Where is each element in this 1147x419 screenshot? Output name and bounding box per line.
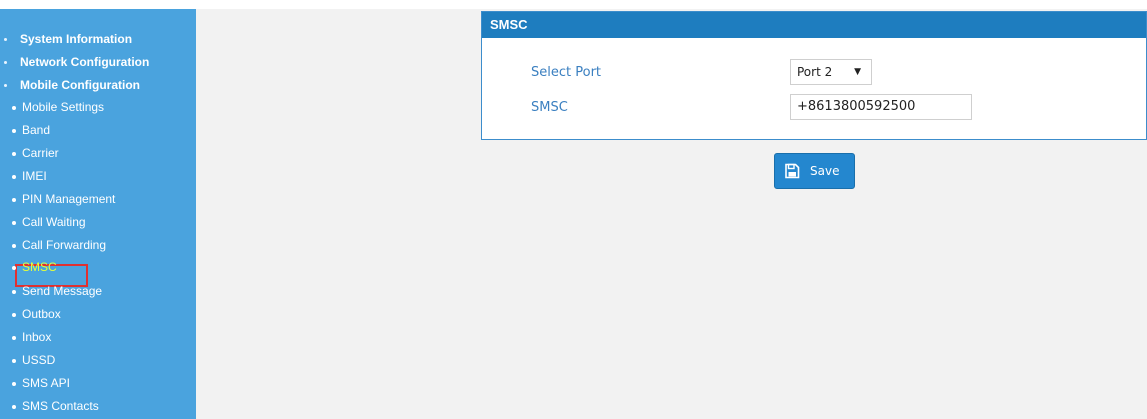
select-port-label: Select Port	[531, 65, 602, 80]
sidebar-item-sms-api[interactable]: SMS API	[12, 373, 71, 393]
bullet-icon	[12, 106, 16, 110]
sidebar-item-smsc[interactable]: SMSC	[12, 257, 57, 277]
floppy-disk-icon	[784, 163, 800, 182]
sidebar-item-label: SMSC	[22, 260, 57, 274]
smsc-label: SMSC	[531, 100, 568, 115]
sidebar-item-label: Network Configuration	[20, 55, 150, 69]
sidebar-item-call-waiting[interactable]: Call Waiting	[12, 212, 86, 232]
sidebar-item-ussd[interactable]: USSD	[12, 350, 56, 370]
sidebar-item-label: Call Waiting	[22, 215, 86, 229]
sidebar-item-label: Outbox	[22, 307, 61, 321]
sidebar-item-sms-contacts[interactable]: SMS Contacts	[12, 396, 99, 416]
bullet-icon	[12, 382, 16, 386]
sidebar-item-call-forwarding[interactable]: Call Forwarding	[12, 235, 107, 255]
save-button[interactable]: Save	[774, 153, 855, 189]
sidebar-item-label: Mobile Configuration	[20, 78, 140, 92]
sidebar-item-label: SMS Contacts	[22, 399, 99, 413]
sidebar-item-pin-management[interactable]: PIN Management	[12, 189, 116, 209]
smsc-panel: SMSC Select Port Port 2 ▼ SMSC +86138005…	[481, 11, 1147, 140]
smsc-input[interactable]: +8613800592500	[790, 94, 972, 120]
sidebar-item-label: Mobile Settings	[22, 100, 105, 114]
select-port-value: Port 2	[797, 65, 833, 79]
sidebar-item-mobile-configuration[interactable]: Mobile Configuration	[4, 75, 140, 95]
bullet-icon	[4, 61, 7, 64]
sidebar-item-imei[interactable]: IMEI	[12, 166, 47, 186]
sidebar-item-label: System Information	[20, 32, 133, 46]
sidebar-item-outbox[interactable]: Outbox	[12, 304, 61, 324]
sidebar-item-label: Inbox	[22, 330, 52, 344]
sidebar-item-label: USSD	[22, 353, 56, 367]
bullet-icon	[12, 313, 16, 317]
bullet-icon	[12, 198, 16, 202]
sidebar-item-inbox[interactable]: Inbox	[12, 327, 52, 347]
bullet-icon	[12, 221, 16, 225]
sidebar-item-label: SMS API	[22, 376, 71, 390]
sidebar-item-mobile-settings[interactable]: Mobile Settings	[12, 97, 105, 117]
caret-down-icon: ▼	[854, 67, 861, 77]
sidebar-item-label: Call Forwarding	[22, 238, 107, 252]
select-port-dropdown[interactable]: Port 2 ▼	[790, 59, 872, 85]
sidebar-item-carrier[interactable]: Carrier	[12, 143, 59, 163]
sidebar-item-label: Send Message	[22, 284, 103, 298]
sidebar-item-band[interactable]: Band	[12, 120, 51, 140]
sidebar-item-send-message[interactable]: Send Message	[12, 281, 103, 301]
sidebar: System Information Network Configuration…	[0, 9, 196, 419]
sidebar-item-system-information[interactable]: System Information	[4, 29, 133, 49]
sidebar-item-label: Carrier	[22, 146, 59, 160]
sidebar-item-label: PIN Management	[22, 192, 116, 206]
bullet-icon	[12, 290, 16, 294]
sidebar-item-label: Band	[22, 123, 51, 137]
bullet-icon	[4, 84, 7, 87]
bullet-icon	[12, 244, 16, 248]
bullet-icon	[12, 175, 16, 179]
top-strip	[0, 0, 1147, 9]
bullet-icon	[12, 266, 16, 270]
sidebar-item-network-configuration[interactable]: Network Configuration	[4, 52, 150, 72]
save-label: Save	[810, 164, 840, 178]
bullet-icon	[12, 152, 16, 156]
sidebar-item-label: IMEI	[22, 169, 47, 183]
bullet-icon	[12, 336, 16, 340]
panel-title: SMSC	[482, 12, 1146, 38]
bullet-icon	[12, 359, 16, 363]
bullet-icon	[12, 129, 16, 133]
bullet-icon	[4, 38, 7, 41]
bullet-icon	[12, 405, 16, 409]
